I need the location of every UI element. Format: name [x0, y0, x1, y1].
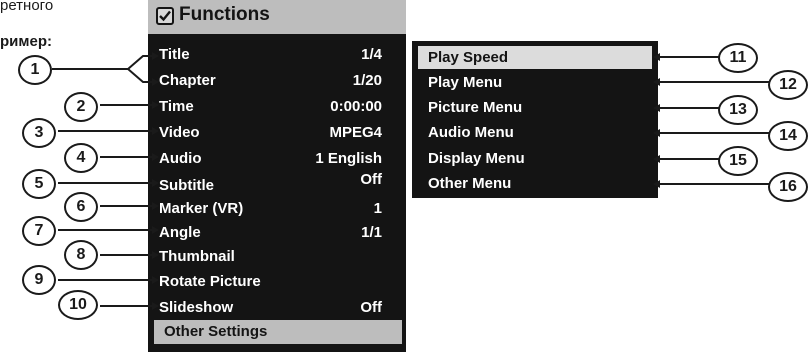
callout-6: 6 [64, 192, 98, 222]
callout-10: 10 [58, 290, 98, 320]
callout-2: 2 [64, 92, 98, 122]
callout-4: 4 [64, 143, 98, 173]
callout-7: 7 [22, 216, 56, 246]
callout-8: 8 [64, 240, 98, 270]
callout-12: 12 [768, 70, 808, 100]
callout-3: 3 [22, 118, 56, 148]
callout-14: 14 [768, 121, 808, 151]
callout-9: 9 [22, 265, 56, 295]
callout-16: 16 [768, 172, 808, 202]
callout-15: 15 [718, 146, 758, 176]
callout-13: 13 [718, 95, 758, 125]
callout-11: 11 [718, 43, 758, 73]
callout-5: 5 [22, 169, 56, 199]
callout-leader-lines [52, 52, 770, 310]
callout-1: 1 [18, 55, 52, 85]
